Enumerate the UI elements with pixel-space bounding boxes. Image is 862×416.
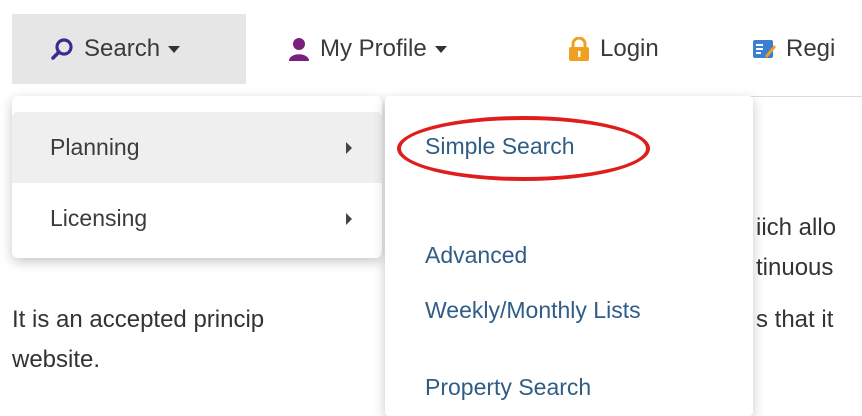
search-dropdown-menu: Planning Licensing (12, 96, 382, 258)
nav-my-profile[interactable]: My Profile (288, 14, 447, 84)
nav-search-label: Search (84, 35, 161, 62)
divider (740, 96, 862, 97)
body-text-fragment: website. (12, 346, 101, 373)
navbar: Search My Profile Login Regi (0, 14, 862, 84)
chevron-down-icon (168, 45, 181, 53)
menu-item-advanced[interactable]: Advanced (425, 242, 527, 269)
nav-search[interactable]: Search (12, 14, 246, 84)
user-icon (288, 37, 310, 61)
nav-login[interactable]: Login (568, 14, 659, 84)
body-text-fragment: tinuous (756, 254, 834, 281)
body-text-fragment: s that it (756, 306, 834, 333)
search-icon (50, 37, 74, 61)
nav-register[interactable]: Regi (752, 14, 835, 84)
chevron-right-icon (346, 212, 352, 225)
body-text-fragment: It is an accepted princip (12, 306, 265, 333)
menu-item-label: Planning (50, 134, 140, 160)
chevron-down-icon (434, 45, 447, 53)
menu-item-simple-search[interactable]: Simple Search (425, 133, 575, 160)
menu-item-weekly-monthly-lists[interactable]: Weekly/Monthly Lists (425, 297, 641, 324)
register-icon (752, 38, 776, 60)
menu-item-property-search[interactable]: Property Search (425, 374, 591, 401)
planning-submenu: Simple Search Advanced Weekly/Monthly Li… (385, 96, 753, 416)
nav-login-label: Login (600, 35, 659, 62)
body-text-fragment: iich allo (756, 214, 837, 241)
nav-register-label: Regi (786, 35, 836, 62)
lock-icon (568, 37, 590, 61)
menu-item-licensing[interactable]: Licensing (12, 183, 382, 254)
nav-my-profile-label: My Profile (320, 35, 427, 62)
menu-item-planning[interactable]: Planning (12, 112, 382, 183)
menu-item-label: Licensing (50, 205, 148, 231)
chevron-right-icon (346, 141, 352, 154)
